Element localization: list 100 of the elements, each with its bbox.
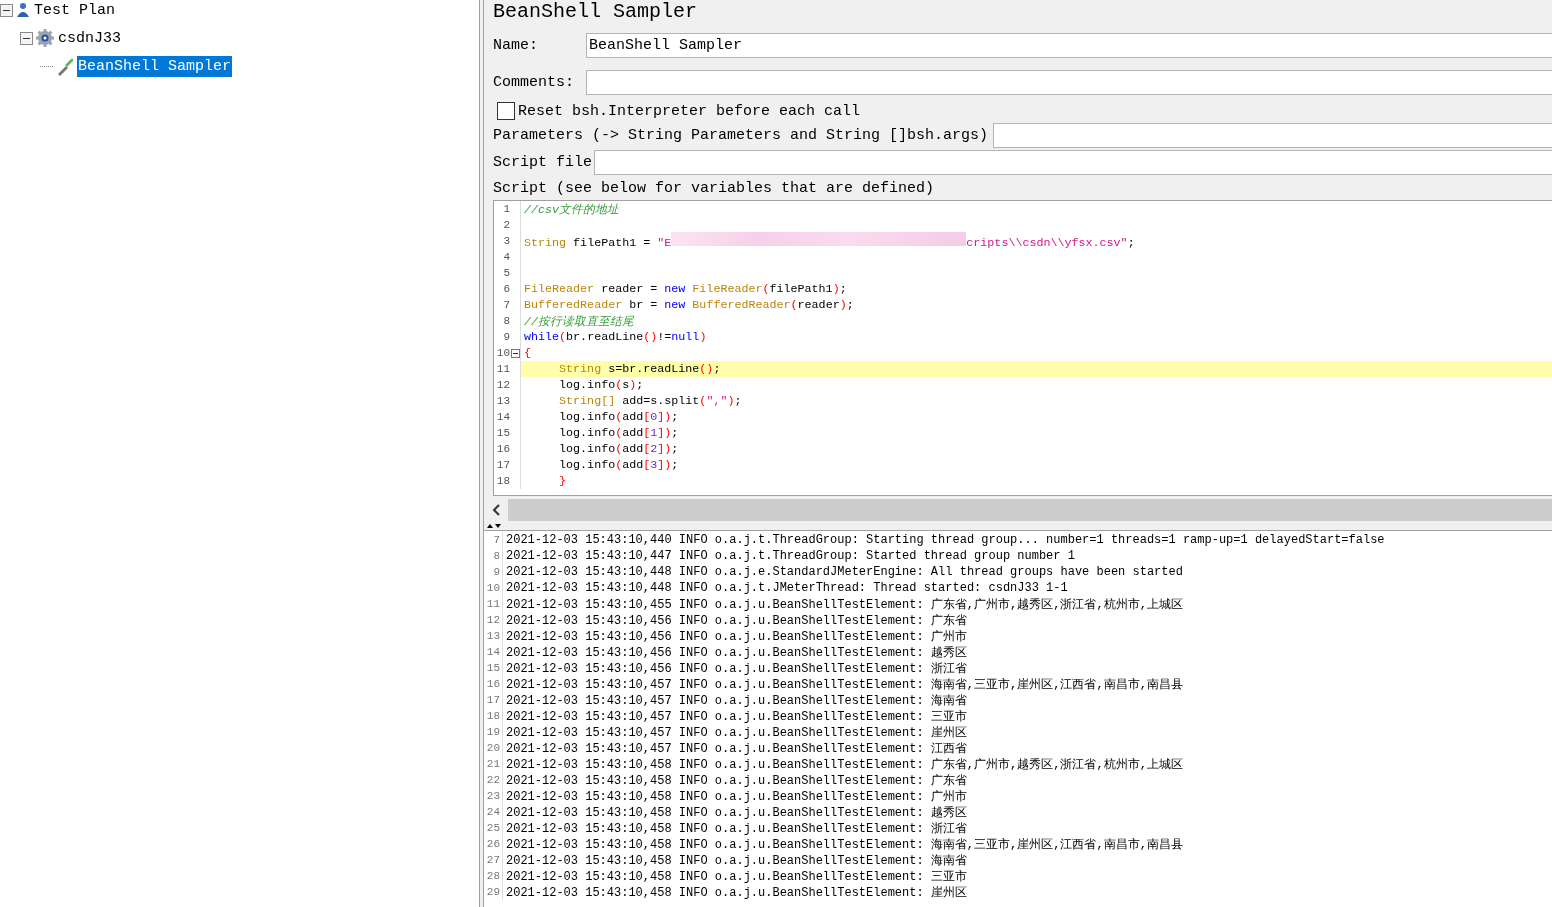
line-number: 16 bbox=[484, 676, 503, 692]
collapse-toggle[interactable] bbox=[0, 3, 13, 17]
code-line: log.info(add[1]); bbox=[558, 426, 679, 440]
log-line: 2021-12-03 15:43:10,458 INFO o.a.j.u.BeanShellTestElement: 广州市 bbox=[506, 788, 967, 805]
line-number: 7 bbox=[484, 532, 503, 548]
code-line: { bbox=[524, 346, 531, 360]
field-label: Comments: bbox=[493, 74, 575, 91]
line-number: 15 bbox=[495, 427, 510, 439]
line-number: 13 bbox=[495, 395, 510, 407]
script-file-field[interactable] bbox=[594, 150, 1552, 175]
log-line: 2021-12-03 15:43:10,448 INFO o.a.j.t.JMeterThread: Thread started: csdnJ33 1-1 bbox=[506, 581, 1068, 595]
log-line: 2021-12-03 15:43:10,457 INFO o.a.j.u.BeanShellTestElement: 海南省,三亚市,崖州区,江西省,南昌市,南昌县 bbox=[506, 676, 1183, 693]
line-number: 3 bbox=[502, 235, 510, 247]
log-line: 2021-12-03 15:43:10,447 INFO o.a.j.t.ThreadGroup: Started thread group number 1 bbox=[506, 549, 1075, 563]
line-number: 6 bbox=[502, 283, 510, 295]
line-number: 7 bbox=[502, 299, 510, 311]
log-line: 2021-12-03 15:43:10,458 INFO o.a.j.u.BeanShellTestElement: 三亚市 bbox=[506, 868, 967, 885]
line-number: 11 bbox=[484, 596, 503, 612]
line-number: 8 bbox=[484, 548, 503, 564]
code-line: BufferedReader br = new BufferedReader(reader); bbox=[524, 298, 854, 312]
line-number: 14 bbox=[495, 411, 510, 423]
line-number: 1 bbox=[502, 203, 510, 215]
checkbox[interactable] bbox=[497, 102, 515, 120]
code-line: log.info(add[2]); bbox=[558, 442, 679, 456]
line-number: 13 bbox=[484, 628, 503, 644]
line-number: 10 bbox=[495, 347, 510, 359]
field-label: Script file bbox=[493, 154, 593, 171]
parameters-field[interactable] bbox=[993, 123, 1552, 148]
log-line: 2021-12-03 15:43:10,456 INFO o.a.j.u.BeanShellTestElement: 广东省 bbox=[506, 612, 967, 629]
checkbox-label: Reset bsh.Interpreter before each call bbox=[518, 102, 861, 120]
line-number: 17 bbox=[495, 459, 510, 471]
line-number: 18 bbox=[495, 475, 510, 487]
panel-title: BeanShell Sampler bbox=[493, 0, 699, 24]
line-number: 24 bbox=[484, 804, 503, 820]
collapse-icon[interactable] bbox=[511, 348, 520, 358]
line-number: 23 bbox=[484, 788, 503, 804]
field-label: Name: bbox=[493, 37, 539, 54]
comments-field[interactable] bbox=[586, 70, 1552, 95]
line-number: 29 bbox=[484, 884, 503, 900]
line-number: 12 bbox=[484, 612, 503, 628]
log-line: 2021-12-03 15:43:10,458 INFO o.a.j.u.BeanShellTestElement: 广东省,广州市,越秀区,浙江省,杭州市,上城区 bbox=[506, 756, 1183, 773]
line-number: 17 bbox=[484, 692, 503, 708]
line-number: 5 bbox=[502, 267, 510, 279]
line-number: 10 bbox=[484, 580, 503, 596]
line-number: 16 bbox=[495, 443, 510, 455]
line-number: 8 bbox=[502, 315, 510, 327]
line-number: 14 bbox=[484, 644, 503, 660]
log-line: 2021-12-03 15:43:10,458 INFO o.a.j.u.BeanShellTestElement: 崖州区 bbox=[506, 884, 967, 901]
splitter-arrows-icon[interactable] bbox=[487, 522, 501, 529]
gear-icon bbox=[35, 28, 55, 48]
section-label: Script (see below for variables that are defined) bbox=[493, 180, 936, 199]
log-line: 2021-12-03 15:43:10,458 INFO o.a.j.u.BeanShellTestElement: 越秀区 bbox=[506, 804, 967, 821]
code-line: while(br.readLine()!=null) bbox=[524, 330, 707, 344]
name-field[interactable]: BeanShell Sampler bbox=[586, 33, 1552, 58]
code-line: FileReader reader = new FileReader(filePath1); bbox=[524, 282, 847, 296]
code-line: //按行读取直至结尾 bbox=[524, 313, 635, 329]
tree-item[interactable]: csdnJ33 bbox=[57, 27, 122, 49]
collapse-toggle[interactable] bbox=[20, 31, 33, 45]
code-line: String s=br.readLine(); bbox=[558, 362, 721, 376]
code-line: log.info(add[0]); bbox=[558, 410, 679, 424]
log-line: 2021-12-03 15:43:10,456 INFO o.a.j.u.BeanShellTestElement: 浙江省 bbox=[506, 660, 967, 677]
line-number: 27 bbox=[484, 852, 503, 868]
line-number: 21 bbox=[484, 756, 503, 772]
line-number: 19 bbox=[484, 724, 503, 740]
line-number: 9 bbox=[502, 331, 510, 343]
log-line: 2021-12-03 15:43:10,456 INFO o.a.j.u.BeanShellTestElement: 越秀区 bbox=[506, 644, 967, 661]
person-icon bbox=[15, 2, 31, 18]
log-line: 2021-12-03 15:43:10,457 INFO o.a.j.u.BeanShellTestElement: 海南省 bbox=[506, 692, 967, 709]
code-line: log.info(add[3]); bbox=[558, 458, 679, 472]
line-number: 4 bbox=[502, 251, 510, 263]
line-number: 25 bbox=[484, 820, 503, 836]
log-line: 2021-12-03 15:43:10,458 INFO o.a.j.u.BeanShellTestElement: 海南省 bbox=[506, 852, 967, 869]
tree-item[interactable]: Test Plan bbox=[33, 0, 116, 21]
code-line: String[] add=s.split(","); bbox=[558, 394, 742, 408]
line-number: 26 bbox=[484, 836, 503, 852]
log-line: 2021-12-03 15:43:10,440 INFO o.a.j.t.ThreadGroup: Starting thread group... number=1 threads=1 ramp-up=1 delayedStart=false bbox=[506, 533, 1385, 547]
line-number: 11 bbox=[495, 363, 510, 375]
code-line: } bbox=[558, 474, 567, 488]
log-line: 2021-12-03 15:43:10,457 INFO o.a.j.u.BeanShellTestElement: 崖州区 bbox=[506, 724, 967, 741]
log-line: 2021-12-03 15:43:10,458 INFO o.a.j.u.BeanShellTestElement: 海南省,三亚市,崖州区,江西省,南昌市,南昌县 bbox=[506, 836, 1183, 853]
line-number: 28 bbox=[484, 868, 503, 884]
code-line: String filePath1 = "E cripts\\csdn\\yfsx.csv"; bbox=[524, 232, 1135, 250]
code-line: //csv文件的地址 bbox=[524, 201, 620, 217]
line-number: 12 bbox=[495, 379, 510, 391]
line-number: 9 bbox=[484, 564, 503, 580]
line-number: 18 bbox=[484, 708, 503, 724]
log-line: 2021-12-03 15:43:10,457 INFO o.a.j.u.BeanShellTestElement: 江西省 bbox=[506, 740, 967, 757]
log-line: 2021-12-03 15:43:10,457 INFO o.a.j.u.BeanShellTestElement: 三亚市 bbox=[506, 708, 967, 725]
log-line: 2021-12-03 15:43:10,448 INFO o.a.j.e.StandardJMeterEngine: All thread groups have been started bbox=[506, 565, 1183, 579]
tree-item[interactable]: BeanShell Sampler bbox=[77, 55, 233, 77]
code-line: log.info(s); bbox=[558, 378, 644, 392]
log-line: 2021-12-03 15:43:10,455 INFO o.a.j.u.BeanShellTestElement: 广东省,广州市,越秀区,浙江省,杭州市,上城区 bbox=[506, 596, 1183, 613]
log-line: 2021-12-03 15:43:10,456 INFO o.a.j.u.BeanShellTestElement: 广州市 bbox=[506, 628, 967, 645]
log-line: 2021-12-03 15:43:10,458 INFO o.a.j.u.BeanShellTestElement: 浙江省 bbox=[506, 820, 967, 837]
line-number: 2 bbox=[502, 219, 510, 231]
line-number: 15 bbox=[484, 660, 503, 676]
line-number: 20 bbox=[484, 740, 503, 756]
field-label: Parameters (-> String Parameters and String []bsh.args) bbox=[493, 127, 989, 144]
line-number: 22 bbox=[484, 772, 503, 788]
scroll-left-button[interactable] bbox=[484, 499, 508, 521]
